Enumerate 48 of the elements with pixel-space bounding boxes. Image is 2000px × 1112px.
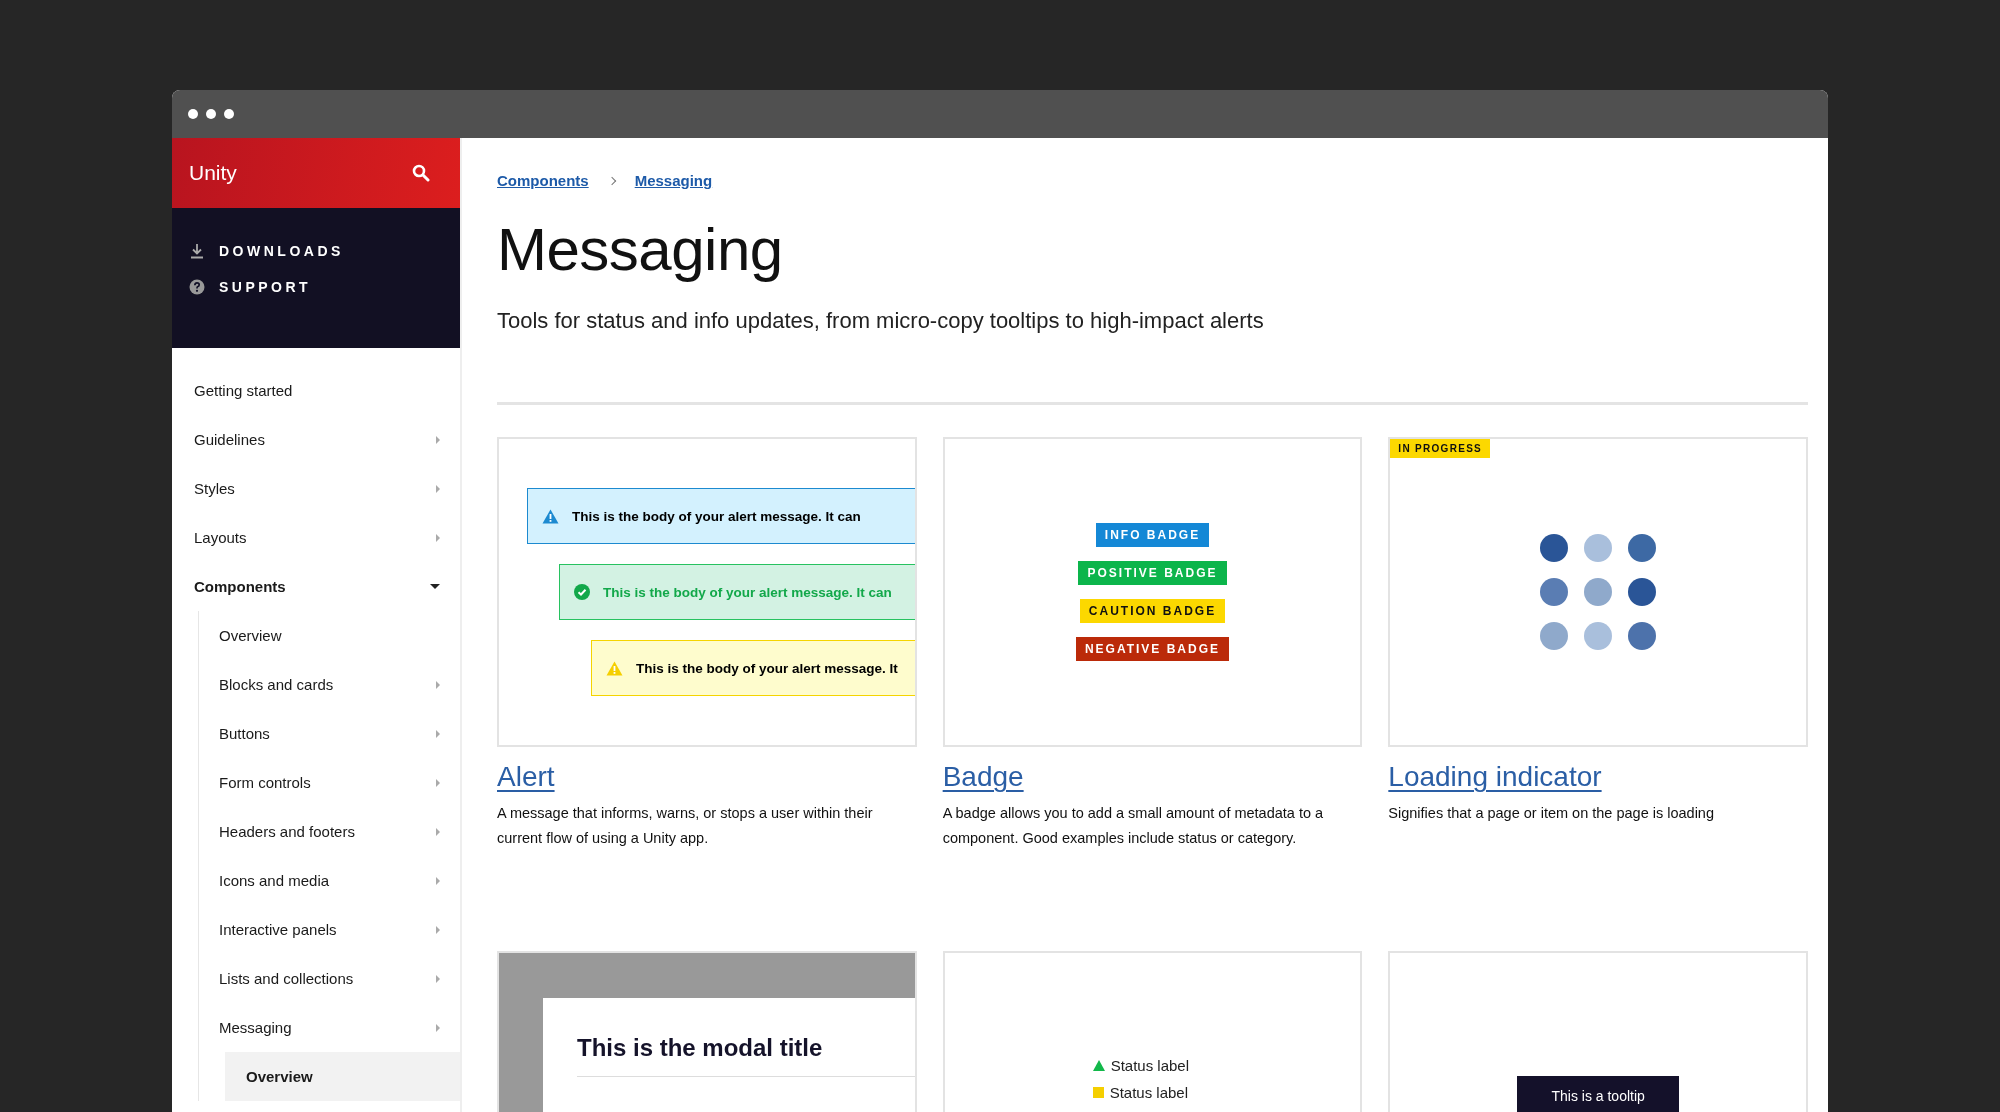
card-description: Signifies that a page or item on the page is loading (1388, 804, 1715, 823)
sidebar-item[interactable]: Icons and media (199, 856, 460, 905)
page-title: Messaging (497, 215, 784, 284)
card-description: A badge allows you to add a small amount of metadata to a component. Good examples include status or category. (942, 804, 1325, 848)
nav-link[interactable]: SUPPORT (189, 279, 460, 295)
sidebar-item[interactable]: Headers and footers (199, 807, 460, 856)
sidebar-item[interactable]: Overview (199, 611, 460, 660)
nav-link[interactable]: DOWNLOADS (189, 243, 460, 259)
tooltip: This is a tooltip (1517, 1076, 1679, 1112)
download-icon (189, 243, 205, 259)
sidebar-item[interactable]: Components (172, 562, 460, 611)
square-icon (1092, 1087, 1104, 1098)
sidebar-item[interactable]: Overview (225, 1052, 460, 1101)
sidebar-item[interactable]: Interactive panels (199, 905, 460, 954)
search-icon[interactable] (412, 164, 430, 182)
badge: CAUTION BADGE (1079, 599, 1226, 623)
modal-title: This is the modal title (577, 1034, 915, 1077)
warning-icon (542, 508, 559, 524)
sidebar-item[interactable]: Buttons (199, 709, 460, 758)
sidebar-item[interactable]: Styles (172, 464, 460, 513)
triangle-icon (1092, 1060, 1105, 1071)
card-description: A message that informs, warns, or stops a user within their current flow of using a Unity app. (497, 804, 874, 848)
card-title-link[interactable]: Badge (942, 761, 1024, 793)
sidebar-item[interactable]: Getting started (172, 366, 460, 415)
sidebar-item[interactable]: Lists and collections (199, 954, 460, 1003)
page-subtitle: Tools for status and info updates, from micro-copy tooltips to high-impact alerts (497, 308, 1265, 334)
sidebar-item[interactable]: Blocks and cards (199, 660, 460, 709)
sidebar-item[interactable]: Form controls (199, 758, 460, 807)
alert-text: This is the body of your alert message. It can (572, 508, 861, 524)
badge: INFO BADGE (1095, 523, 1210, 547)
alert-text: This is the body of your alert message. It (636, 660, 898, 676)
alert-text: This is the body of your alert message. It can (603, 584, 892, 600)
breadcrumb-link[interactable]: Components (497, 172, 589, 189)
badge: NEGATIVE BADGE (1075, 637, 1230, 661)
help-icon (189, 279, 205, 295)
badge: POSITIVE BADGE (1078, 561, 1227, 585)
sidebar-item[interactable]: Messaging (199, 1003, 460, 1052)
warning-icon (606, 660, 623, 676)
sidebar-item[interactable]: Layouts (172, 513, 460, 562)
sidebar-item[interactable]: Guidelines (172, 415, 460, 464)
status-label: Status label (1109, 1084, 1189, 1101)
status-label: Status label (1110, 1057, 1190, 1074)
breadcrumb-link[interactable]: Messaging (634, 172, 713, 189)
check-icon (574, 584, 590, 600)
card-title-link[interactable]: Alert (497, 761, 555, 793)
status-tag: IN PROGRESS (1390, 439, 1491, 458)
card-title-link[interactable]: Loading indicator (1388, 761, 1602, 793)
brand-title[interactable]: Unity (189, 161, 237, 185)
